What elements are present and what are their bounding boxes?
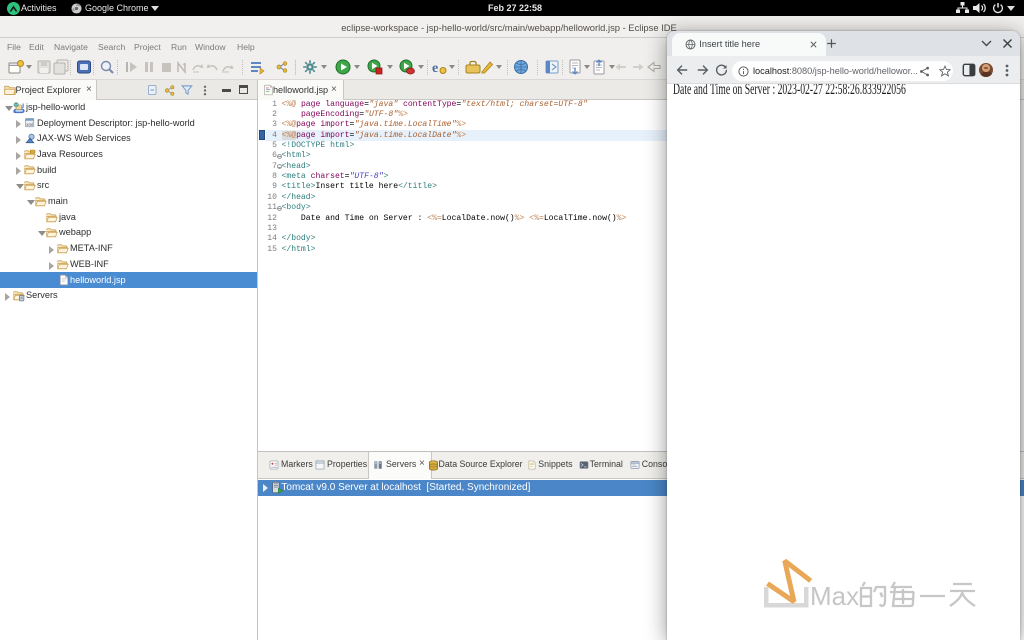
svg-text:xml: xml: [26, 122, 33, 127]
svg-text:e: e: [432, 61, 438, 75]
